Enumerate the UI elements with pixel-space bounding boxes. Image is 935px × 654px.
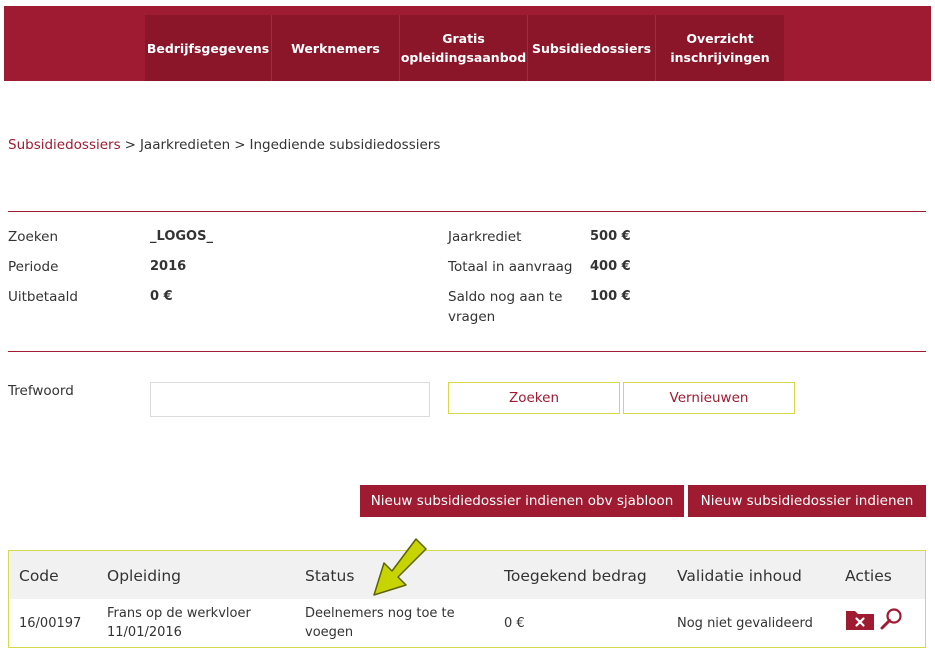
folder-delete-icon[interactable] [845,607,875,631]
breadcrumb-link-subsidiedossiers[interactable]: Subsidiedossiers [8,137,121,153]
table-row[interactable]: 16/00197 Frans op de werkvloer 11/01/201… [9,599,925,647]
magnifier-icon[interactable] [879,607,903,631]
breadcrumb-current-page: Ingediende subsidiedossiers [249,137,441,153]
cell-validatie-inhoud: Nog niet gevalideerd [677,616,813,631]
column-header-validatie-inhoud: Validatie inhoud [677,567,802,585]
new-from-template-button[interactable]: Nieuw subsidiedossier indienen obv sjabl… [360,485,684,517]
info-label-totaal-in-aanvraag: Totaal in aanvraag [448,259,573,275]
cell-opleiding-date: 11/01/2016 [107,625,182,640]
cell-opleiding-title: Frans op de werkvloer [107,606,251,621]
trefwoord-input[interactable] [150,382,430,417]
nav-item-bedrijfsgegevens[interactable]: Bedrijfsgegevens [145,15,272,81]
column-header-acties: Acties [845,567,892,585]
nav-item-werknemers[interactable]: Werknemers [272,15,400,81]
breadcrumb: Subsidiedossiers > Jaarkredieten > Ingediend… [8,137,440,153]
cell-opleiding: Frans op de werkvloer 11/01/2016 [107,604,251,642]
info-value-jaarkrediet: 500 € [590,229,631,244]
divider-bottom [8,351,926,352]
nav-item-overzicht-inschrijvingen[interactable]: Overzicht inschrijvingen [656,15,784,81]
divider-top [8,211,926,212]
subsidy-files-table: Code Opleiding Status Toegekend bedrag V… [8,550,926,648]
info-value-periode: 2016 [150,259,187,274]
info-value-totaal-in-aanvraag: 400 € [590,259,631,274]
info-label-jaarkrediet: Jaarkrediet [448,229,522,245]
column-header-toegekend-bedrag: Toegekend bedrag [504,567,647,585]
trefwoord-label: Trefwoord [8,383,74,399]
cell-status: Deelnemers nog toe te voegen [305,606,455,640]
info-value-saldo: 100 € [590,289,631,304]
info-label-uitbetaald: Uitbetaald [8,289,78,305]
column-header-code: Code [19,567,59,585]
info-label-periode: Periode [8,259,59,275]
cell-toegekend-bedrag: 0 € [504,616,525,631]
breadcrumb-item-jaarkredieten: Jaarkredieten [139,137,231,153]
info-label-zoeken: Zoeken [8,229,59,245]
info-value-zoeken: _LOGOS_ [150,229,213,244]
nav-item-gratis-opleidingsaanbod[interactable]: Gratis opleidingsaanbod [400,15,528,81]
arrow-pointer-icon [373,538,427,596]
breadcrumb-separator: > [124,137,136,153]
nav-item-subsidiedossiers[interactable]: Subsidiedossiers [528,15,656,81]
new-subsidy-file-button[interactable]: Nieuw subsidiedossier indienen [688,485,926,517]
row-actions [845,607,903,631]
info-label-saldo: Saldo nog aan te vragen [448,289,563,325]
column-header-status: Status [305,567,355,585]
main-nav: Bedrijfsgegevens Werknemers Gratis oplei… [145,15,784,81]
refresh-button[interactable]: Vernieuwen [623,382,795,414]
table-header: Code Opleiding Status Toegekend bedrag V… [9,551,925,599]
search-button[interactable]: Zoeken [448,382,620,414]
info-value-uitbetaald: 0 € [150,289,173,304]
column-header-opleiding: Opleiding [107,567,181,585]
cell-code: 16/00197 [19,616,82,631]
breadcrumb-separator: > [234,137,246,153]
